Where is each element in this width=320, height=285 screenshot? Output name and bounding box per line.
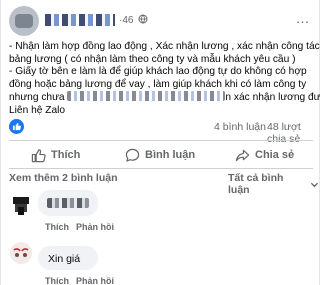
globe-icon <box>138 14 148 24</box>
like-label: Thích <box>51 149 81 161</box>
comment-1-author-redacted <box>47 198 89 208</box>
comment-2-bubble: Xin giá <box>38 246 98 270</box>
like-icon[interactable] <box>9 119 24 134</box>
share-arrow-icon <box>235 149 250 161</box>
post-line-2: bảng lương ( có nhận làm theo công ty và… <box>9 53 296 65</box>
comment-1-reply-button[interactable]: Phản hồi <box>76 222 114 232</box>
post-line-4: đồng hoặc bảng lương để vay , làm giúp k… <box>9 79 307 91</box>
post-line-5-start: nhưng chưa <box>9 91 65 103</box>
more-options-icon[interactable]: … <box>293 11 313 25</box>
avatar-image <box>10 242 32 264</box>
comment-filter-dropdown[interactable]: Tất cả bình luận <box>228 172 319 196</box>
comment-label: Bình luận <box>145 149 196 161</box>
avatar-image <box>13 197 29 215</box>
share-label: Chia sẻ <box>255 149 295 161</box>
post-text: - Nhận làm hợp đồng lao động , Xác nhận … <box>9 41 320 117</box>
comment-1-like-button[interactable]: Thích <box>45 222 69 232</box>
divider-top <box>9 140 313 141</box>
comment-filter-label: Tất cả bình luận <box>228 172 284 196</box>
comment-2-actions: Thích Phản hồi <box>45 276 114 285</box>
reaction-summary: 4 bình luận 48 lượt chia sẻ <box>1 116 320 145</box>
thumbs-up-icon <box>31 148 46 162</box>
post-line-5-end: n xác nhận lương được <box>225 91 320 103</box>
post-header: ·46 … <box>1 0 320 42</box>
post-line-3: - Giấy tờ bên e làm là để giúp khách lao… <box>9 66 307 78</box>
share-button[interactable]: Chia sẻ <box>235 146 294 164</box>
comment-2-avatar[interactable] <box>9 241 33 265</box>
comment-2-like-button[interactable]: Thích <box>45 276 69 285</box>
comment-bubble-icon <box>125 148 140 162</box>
post-timestamp[interactable]: ·46 <box>119 14 148 27</box>
facebook-post: ·46 … - Nhận làm hợp đồng lao động , Xác… <box>0 0 320 285</box>
redacted-text <box>67 91 226 102</box>
author-name-redacted[interactable] <box>45 14 115 26</box>
comment-1-actions: Thích Phản hồi <box>45 222 114 232</box>
comment-1-avatar[interactable] <box>9 194 33 218</box>
comment-button[interactable]: Bình luận <box>125 146 195 164</box>
post-line-5: nhưng chưa n xác nhận lương được <box>9 91 320 105</box>
comment-count[interactable]: 4 bình luận <box>214 121 266 133</box>
action-bar: Thích Bình luận Chia sẻ <box>1 142 320 168</box>
like-button[interactable]: Thích <box>31 146 80 164</box>
divider-bottom <box>9 168 313 169</box>
author-avatar[interactable] <box>9 6 39 36</box>
time-value: 46 <box>122 15 134 26</box>
comment-1-bubble <box>38 190 98 216</box>
comment-2-reply-button[interactable]: Phản hồi <box>76 276 114 285</box>
post-line-1: - Nhận làm hợp đồng lao động , Xác nhận … <box>9 41 320 52</box>
view-more-comments-link[interactable]: Xem thêm 2 bình luận <box>9 172 118 184</box>
chevron-down-icon <box>310 182 319 187</box>
avatar-blur <box>15 14 33 28</box>
comment-2-text: Xin giá <box>48 253 81 265</box>
